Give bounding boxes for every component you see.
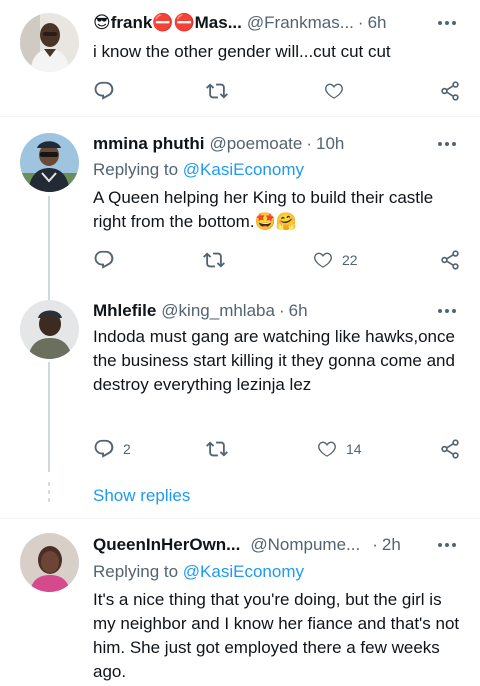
- thread-dot: [48, 482, 50, 486]
- tweet[interactable]: Mhlefile @king_mhlaba · 6h Indoda must g…: [0, 282, 480, 474]
- more-icon[interactable]: [438, 132, 460, 156]
- like-icon: [323, 80, 345, 102]
- avatar-photo: [20, 133, 79, 192]
- retweet-icon: [206, 80, 228, 102]
- thread-dot: [48, 498, 50, 502]
- share-icon: [439, 438, 461, 460]
- reply-count: 2: [123, 441, 131, 457]
- thread-dot: [48, 490, 50, 494]
- tweet-header: mmina phuthi @poemoate · 10h: [93, 132, 466, 156]
- like-icon: [312, 249, 334, 271]
- sunglasses-emoji-icon: 😎: [93, 13, 111, 32]
- tweet[interactable]: QueenInHerOwn... @Nompume... · 2h Replyi…: [0, 519, 480, 686]
- more-icon[interactable]: [438, 299, 460, 323]
- share-button[interactable]: [439, 437, 461, 461]
- avatar-photo: [20, 533, 79, 592]
- avatar-photo: [20, 300, 79, 359]
- tweet-header: QueenInHerOwn... @Nompume... · 2h: [93, 533, 466, 557]
- separator-dot: ·: [357, 13, 364, 32]
- reply-button[interactable]: [93, 79, 115, 103]
- share-button[interactable]: [439, 248, 461, 272]
- separator-dot: ·: [372, 535, 378, 554]
- retweet-button[interactable]: [203, 248, 225, 272]
- timestamp[interactable]: 6h: [368, 11, 387, 35]
- reply-button[interactable]: 2: [93, 437, 131, 461]
- display-name[interactable]: QueenInHerOwn...: [93, 533, 240, 557]
- user-handle[interactable]: @poemoate: [209, 132, 302, 156]
- thread-line: [48, 362, 50, 472]
- like-icon: [316, 438, 338, 460]
- user-handle[interactable]: @Frankmas...: [247, 11, 354, 35]
- tweet-text: It's a nice thing that you're doing, but…: [93, 590, 460, 681]
- timestamp[interactable]: 10h: [316, 132, 344, 156]
- replying-label: Replying to: [93, 562, 179, 581]
- like-count: 14: [346, 441, 362, 457]
- like-count: 22: [342, 252, 358, 268]
- timestamp[interactable]: 2h: [382, 533, 401, 557]
- avatar[interactable]: [20, 133, 79, 192]
- separator-dot: ·: [306, 134, 312, 153]
- user-handle[interactable]: @king_mhlaba: [161, 299, 275, 323]
- tweet[interactable]: 😎 frank⛔⛔Mas... @Frankmas... · 6h i know…: [0, 0, 480, 115]
- display-name[interactable]: mmina phuthi: [93, 132, 204, 156]
- separator-dot: ·: [278, 301, 285, 320]
- avatar[interactable]: [20, 300, 79, 359]
- tweet[interactable]: mmina phuthi @poemoate · 10h Replying to…: [0, 117, 480, 282]
- share-button[interactable]: [439, 79, 461, 103]
- tweet-header: Mhlefile @king_mhlaba · 6h: [93, 299, 466, 323]
- timestamp[interactable]: 6h: [289, 299, 308, 323]
- like-button[interactable]: [323, 79, 345, 103]
- avatar-photo: [20, 13, 79, 72]
- reply-icon: [93, 80, 115, 102]
- replying-to: Replying to @KasiEconomy: [93, 560, 304, 584]
- more-icon[interactable]: [438, 533, 460, 557]
- tweet-header: 😎 frank⛔⛔Mas... @Frankmas... · 6h: [93, 11, 466, 35]
- retweet-button[interactable]: [206, 79, 228, 103]
- avatar[interactable]: [20, 533, 79, 592]
- replying-to: Replying to @KasiEconomy: [93, 158, 304, 182]
- retweet-icon: [206, 438, 228, 460]
- retweet-icon: [203, 249, 225, 271]
- mention-link[interactable]: @KasiEconomy: [183, 160, 304, 179]
- share-icon: [439, 249, 461, 271]
- tweet-actions: 22: [93, 248, 465, 272]
- tweet-text: i know the other gender will...cut cut c…: [93, 42, 391, 61]
- mention-link[interactable]: @KasiEconomy: [183, 562, 304, 581]
- thread-line: [48, 196, 50, 282]
- reply-icon: [93, 249, 115, 271]
- tweet-actions: [93, 79, 465, 103]
- retweet-button[interactable]: [206, 437, 228, 461]
- user-handle[interactable]: @Nompume...: [250, 533, 360, 557]
- tweet-text: A Queen helping her King to build their …: [93, 188, 434, 231]
- reply-button[interactable]: [93, 248, 115, 272]
- display-name[interactable]: Mhlefile: [93, 299, 156, 323]
- reply-icon: [93, 438, 115, 460]
- replying-label: Replying to: [93, 160, 179, 179]
- display-name[interactable]: frank⛔⛔Mas...: [111, 11, 242, 35]
- share-icon: [439, 80, 461, 102]
- thread-line: [48, 282, 50, 300]
- more-icon[interactable]: [438, 11, 460, 35]
- tweet-actions: 2 14: [93, 437, 465, 461]
- show-replies-link[interactable]: Show replies: [93, 484, 190, 508]
- tweet-text: Indoda must gang are watching like hawks…: [93, 327, 455, 394]
- like-button[interactable]: 14: [316, 437, 362, 461]
- like-button[interactable]: 22: [312, 248, 358, 272]
- avatar[interactable]: [20, 13, 79, 72]
